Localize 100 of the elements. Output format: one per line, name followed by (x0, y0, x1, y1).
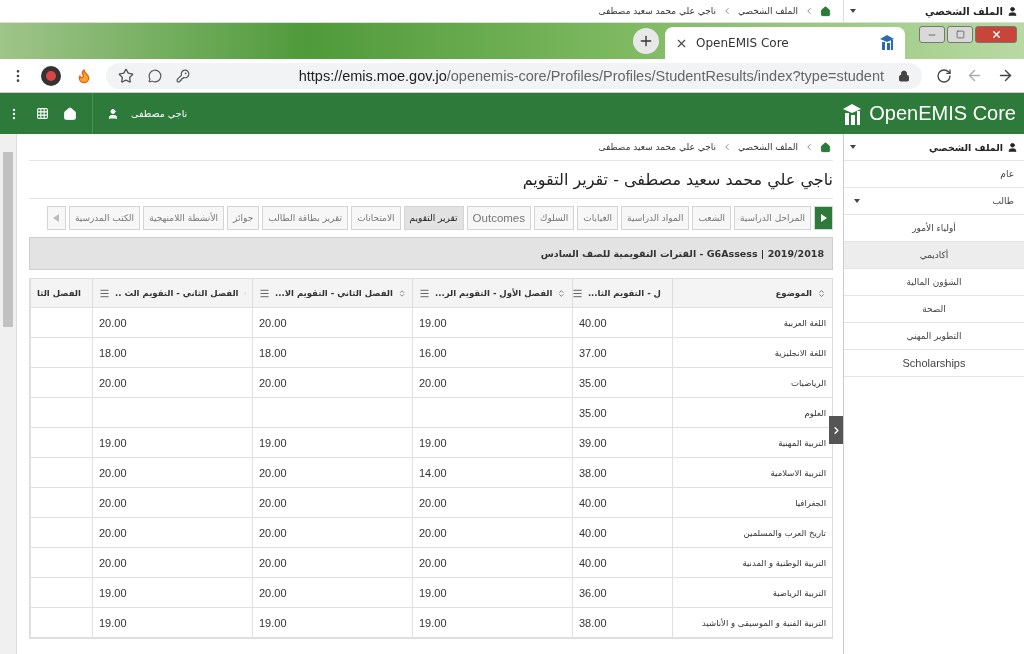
profile-menu[interactable]: الملف الشخصي (843, 0, 1024, 22)
table-cell: 20.00 (252, 458, 412, 487)
tab[interactable]: السلوك (534, 206, 575, 230)
table-cell: 20.00 (92, 488, 252, 517)
tab[interactable]: الكتب المدرسية (68, 206, 141, 230)
key-icon (176, 68, 190, 83)
table-cell: 18.00 (92, 338, 252, 367)
tab[interactable]: المواد الدراسية (621, 206, 690, 230)
table-cell: 20.00 (252, 368, 412, 397)
table-cell: 20.00 (92, 308, 252, 337)
table-cell: 20.00 (412, 548, 572, 577)
table-cell: 20.00 (252, 518, 412, 547)
tab[interactable]: Outcomes (466, 206, 531, 230)
table-cell: 35.00 (572, 398, 672, 427)
table-cell: 20.00 (92, 548, 252, 577)
breadcrumb-link[interactable]: ناجي علي محمد سعيد مصطفى (598, 6, 716, 16)
table-cell: 40.00 (572, 308, 672, 337)
column-header[interactable]: الموضوع (672, 279, 832, 307)
table-cell: 20.00 (252, 578, 412, 607)
maximize-icon (955, 30, 965, 39)
home-icon[interactable] (820, 5, 831, 17)
table-cell: 20.00 (92, 518, 252, 547)
table-cell: 19.00 (412, 308, 572, 337)
section-title: 2019/2018 | G6Assess - الفترات التقويمية للصف السادس (29, 237, 833, 270)
tab[interactable]: الأنشطة اللامنهجية (143, 206, 224, 230)
table-cell: 40.00 (572, 548, 672, 577)
collapse-button[interactable] (829, 416, 843, 444)
column-header[interactable]: الفصل الثاني - التقويم الث .. (92, 279, 252, 307)
table-cell: تاريخ العرب والمسلمين (672, 518, 832, 547)
browser-tab[interactable]: OpenEMIS Core (665, 27, 905, 59)
table-cell: 19.00 (252, 608, 412, 637)
table-cell: 18.00 (252, 338, 412, 367)
reload-icon[interactable] (936, 67, 952, 84)
star-icon (118, 67, 134, 84)
chevron-icon (804, 6, 814, 16)
plus-icon (638, 33, 654, 49)
table-cell: الرياضيات (672, 368, 832, 397)
table-cell: 19.00 (252, 428, 412, 457)
triangle-icon (53, 214, 60, 222)
menu-icon (259, 287, 270, 299)
tab[interactable]: الغيابات (577, 206, 619, 230)
address-field[interactable]: https://emis.moe.gov.jo/openemis-core/Profiles/Profiles/StudentResults/index?type=student (106, 62, 922, 89)
new-tab-button[interactable] (633, 28, 659, 54)
table-cell: 20.00 (92, 368, 252, 397)
site-icon (879, 32, 895, 51)
table-cell: 19.00 (412, 608, 572, 637)
extension-icon[interactable] (40, 64, 62, 87)
table-cell: 19.00 (412, 578, 572, 607)
table-cell: 20.00 (252, 548, 412, 577)
table-cell: 20.00 (412, 518, 572, 547)
scrollbar-thumb[interactable] (3, 152, 13, 327)
breadcrumb-link[interactable]: ناجي علي محمد سعيد مصطفى (598, 142, 716, 152)
table-cell: 16.00 (412, 338, 572, 367)
table-cell: اللغة العربية (672, 308, 832, 337)
tab[interactable]: تقرير التقويم (403, 206, 464, 230)
table-cell: 19.00 (92, 608, 252, 637)
table-cell: 20.00 (412, 368, 572, 397)
chevron-icon (722, 6, 732, 16)
chevron-icon (804, 142, 814, 152)
user-menu[interactable]: ناجي مصطفى (92, 93, 202, 134)
breadcrumb-link[interactable]: الملف الشخصي (738, 142, 798, 152)
table-cell: 38.00 (572, 608, 672, 637)
table-cell: 36.00 (572, 578, 672, 607)
minimize-button[interactable] (919, 26, 945, 43)
caret-icon (850, 145, 856, 149)
menu-icon (99, 287, 110, 299)
column-header[interactable]: الفصل الثا (30, 279, 92, 307)
breadcrumb-link[interactable]: الملف الشخصي (738, 6, 798, 16)
chevron-icon (722, 142, 732, 152)
table-cell: التربية الوطنية و المدنية (672, 548, 832, 577)
tab[interactable]: تقرير بطاقة الطالب (262, 206, 349, 230)
lock-icon (898, 69, 910, 82)
grid-icon[interactable] (35, 107, 49, 120)
column-header[interactable]: الفصل الثاني - التقويم الا... (252, 279, 412, 307)
user-icon (107, 107, 119, 120)
caret-icon (854, 199, 860, 203)
user-icon (1007, 141, 1018, 153)
column-header[interactable]: الفصل الأول - التقويم الر... (412, 279, 572, 307)
maximize-button[interactable] (947, 26, 973, 43)
table-cell: التربية الرياضية (672, 578, 832, 607)
flame-icon[interactable] (76, 67, 92, 84)
tab[interactable]: الشعب (692, 206, 731, 230)
table-cell: 14.00 (412, 458, 572, 487)
forward-icon[interactable] (997, 67, 1014, 84)
tab[interactable]: الامتحانات (351, 206, 401, 230)
menu-icon (419, 287, 430, 299)
table-cell: 20.00 (92, 458, 252, 487)
triangle-icon (820, 214, 827, 222)
menu-icon (573, 287, 583, 299)
table-cell: 40.00 (572, 518, 672, 547)
table-cell: الجغرافيا (672, 488, 832, 517)
close-button[interactable] (975, 26, 1017, 43)
sidebar-item[interactable]: أكاديمي (844, 242, 1024, 269)
table-cell: التربية الفنية و الموسيقى و الأناشيد (672, 608, 832, 637)
tab[interactable]: جوائز (227, 206, 260, 230)
table-cell: 40.00 (572, 488, 672, 517)
home-icon[interactable] (820, 141, 831, 153)
app-name: OpenEMIS Core (869, 102, 1016, 125)
table-cell: التربية الاسلامية (672, 458, 832, 487)
tab[interactable]: المراحل الدراسية (733, 206, 811, 230)
